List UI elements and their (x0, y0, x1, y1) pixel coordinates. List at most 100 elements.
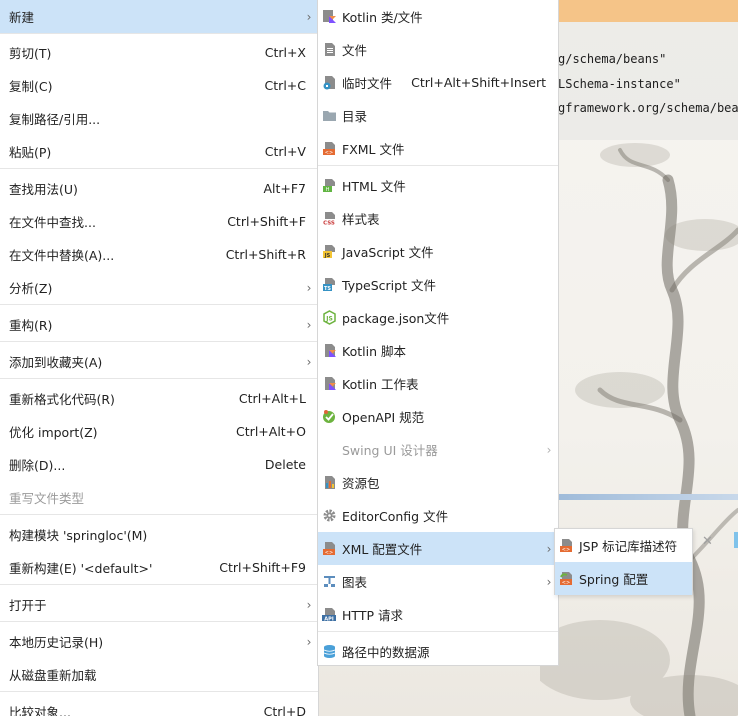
folder-icon (323, 111, 336, 121)
svg-text:<>: <> (325, 150, 333, 156)
xml-item-jsp-tld[interactable]: <> JSP 标记库描述符 (555, 529, 692, 562)
database-icon (323, 645, 336, 658)
kotlin-script-icon (325, 344, 336, 357)
svg-text:JS: JS (324, 253, 331, 259)
chevron-right-icon: › (546, 541, 552, 556)
new-item-kotlin-worksheet[interactable]: Kotlin 工作表 (318, 367, 558, 400)
code-line: gframework.org/schema/bean (558, 101, 738, 115)
api-icon: API (322, 608, 336, 622)
html-icon: H (323, 179, 335, 193)
menu-item-replace-in-files[interactable]: 在文件中替换(A)... Ctrl+Shift+R (0, 238, 318, 271)
menu-item-reformat-code[interactable]: 重新格式化代码(R) Ctrl+Alt+L (0, 382, 318, 415)
svg-text:<>: <> (325, 550, 333, 556)
code-line: g/schema/beans" (558, 52, 667, 66)
openapi-icon (323, 410, 335, 423)
context-menu: 新建 › 剪切(T) Ctrl+X 复制(C) Ctrl+C 复制路径/引用..… (0, 0, 319, 716)
new-item-diagram[interactable]: 图表 › (318, 565, 558, 598)
new-item-openapi[interactable]: OpenAPI 规范 (318, 400, 558, 433)
new-submenu: Kotlin 类/文件 文件 临时文件 Ctrl+Alt+Shift+Inser… (317, 0, 559, 666)
background-tree-image (540, 143, 738, 716)
menu-item-copy-path[interactable]: 复制路径/引用... (0, 102, 318, 135)
menu-item-optimize-imports[interactable]: 优化 import(Z) Ctrl+Alt+O (0, 415, 318, 448)
new-item-package-json[interactable]: JS package.json文件 (318, 301, 558, 334)
new-item-scratch-file[interactable]: 临时文件 Ctrl+Alt+Shift+Insert (318, 66, 558, 99)
menu-separator (0, 514, 318, 515)
svg-text:CSS: CSS (323, 221, 335, 227)
menu-separator (0, 304, 318, 305)
new-item-data-source-in-path[interactable]: 路径中的数据源 (318, 635, 558, 668)
menu-item-find-usages[interactable]: 查找用法(U) Alt+F7 (0, 172, 318, 205)
chevron-right-icon: › (306, 9, 312, 24)
menu-item-cut[interactable]: 剪切(T) Ctrl+X (0, 36, 318, 69)
new-item-kotlin-script[interactable]: Kotlin 脚本 (318, 334, 558, 367)
menu-item-local-history[interactable]: 本地历史记录(H) › (0, 625, 318, 658)
new-item-file[interactable]: 文件 (318, 33, 558, 66)
new-item-resource-bundle[interactable]: 资源包 (318, 466, 558, 499)
javascript-icon: JS (323, 245, 335, 259)
editor-divider (540, 494, 738, 500)
editor-tab-edge (734, 532, 738, 548)
menu-separator (318, 631, 558, 632)
spring-xml-icon: <> (560, 572, 572, 586)
menu-item-paste[interactable]: 粘贴(P) Ctrl+V (0, 135, 318, 168)
menu-item-build-module[interactable]: 构建模块 'springloc'(M) (0, 518, 318, 551)
xml-icon: <> (560, 539, 572, 553)
new-item-swing-ui-designer: Swing UI 设计器 › (318, 433, 558, 466)
menu-separator (0, 621, 318, 622)
menu-item-delete[interactable]: 删除(D)... Delete (0, 448, 318, 481)
menu-separator (0, 33, 318, 34)
menu-item-find-in-files[interactable]: 在文件中查找... Ctrl+Shift+F (0, 205, 318, 238)
svg-text:API: API (324, 616, 334, 622)
new-item-xml-config[interactable]: <> XML 配置文件 › (318, 532, 558, 565)
new-item-typescript[interactable]: TS TypeScript 文件 (318, 268, 558, 301)
nodejs-icon: JS (323, 310, 336, 325)
typescript-icon: TS (323, 278, 335, 292)
editor-tab-bar (540, 0, 738, 22)
menu-item-analyze[interactable]: 分析(Z) › (0, 271, 318, 304)
menu-separator (0, 341, 318, 342)
svg-text:<>: <> (562, 547, 570, 553)
menu-item-refactor[interactable]: 重构(R) › (0, 308, 318, 341)
new-item-directory[interactable]: 目录 (318, 99, 558, 132)
menu-separator (0, 584, 318, 585)
new-item-kotlin-class[interactable]: Kotlin 类/文件 (318, 0, 558, 33)
kotlin-icon (323, 10, 336, 23)
chevron-right-icon: › (306, 280, 312, 295)
menu-separator (318, 165, 558, 166)
code-line: LSchema-instance" (558, 77, 681, 91)
css-icon: CSS (322, 212, 336, 227)
svg-text:JS: JS (325, 316, 333, 323)
resource-bundle-icon (325, 476, 335, 489)
xml-icon: <> (323, 542, 335, 556)
new-item-html[interactable]: H HTML 文件 (318, 169, 558, 202)
kotlin-worksheet-icon (325, 377, 336, 390)
new-item-javascript[interactable]: JS JavaScript 文件 (318, 235, 558, 268)
chevron-right-icon: › (306, 317, 312, 332)
chevron-right-icon: › (546, 574, 552, 589)
menu-item-add-to-favorites[interactable]: 添加到收藏夹(A) › (0, 345, 318, 378)
chevron-right-icon: › (306, 354, 312, 369)
diagram-icon (324, 576, 335, 587)
new-item-http-request[interactable]: API HTTP 请求 (318, 598, 558, 631)
new-item-stylesheet[interactable]: CSS 样式表 (318, 202, 558, 235)
scratch-file-icon (323, 76, 335, 90)
svg-text:<>: <> (562, 580, 570, 586)
menu-separator (0, 168, 318, 169)
menu-item-new[interactable]: 新建 › (0, 0, 318, 33)
menu-item-reload-from-disk[interactable]: 从磁盘重新加载 (0, 658, 318, 691)
chevron-right-icon: › (546, 442, 552, 457)
new-item-fxml[interactable]: <> FXML 文件 (318, 132, 558, 165)
menu-separator (0, 378, 318, 379)
fxml-icon: <> (323, 142, 335, 156)
menu-item-copy[interactable]: 复制(C) Ctrl+C (0, 69, 318, 102)
xml-item-spring-config[interactable]: <> Spring 配置 (555, 562, 692, 595)
menu-separator (0, 691, 318, 692)
new-item-editorconfig[interactable]: EditorConfig 文件 (318, 499, 558, 532)
chevron-right-icon: › (306, 634, 312, 649)
svg-text:TS: TS (324, 286, 331, 292)
menu-item-open-in[interactable]: 打开于 › (0, 588, 318, 621)
close-icon[interactable]: ✕ (702, 534, 713, 549)
menu-item-compare-with[interactable]: 比较对象... Ctrl+D (0, 695, 318, 716)
menu-item-rebuild[interactable]: 重新构建(E) '<default>' Ctrl+Shift+F9 (0, 551, 318, 584)
chevron-right-icon: › (306, 597, 312, 612)
